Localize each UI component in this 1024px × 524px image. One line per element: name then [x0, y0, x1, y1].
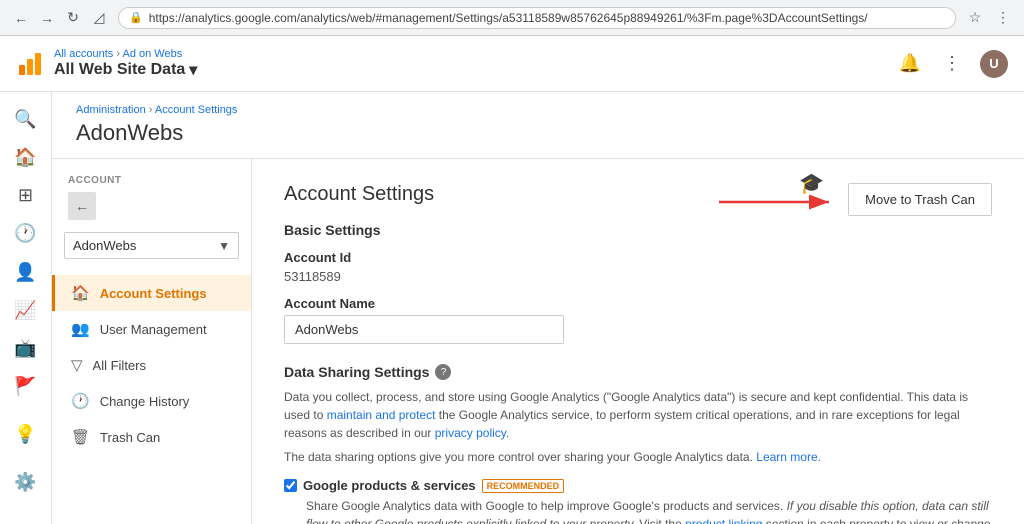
maintain-protect-link[interactable]: maintain and protect: [327, 408, 436, 422]
inner-layout: ACCOUNT ← AdonWebs ▼ 🏠 Account Settings …: [52, 159, 1024, 524]
nav-home-button[interactable]: 🏠: [4, 140, 48, 174]
settings-breadcrumb-link[interactable]: Account Settings: [155, 104, 238, 116]
admin-link[interactable]: Administration: [76, 104, 146, 116]
data-sharing-note: The data sharing options give you more c…: [284, 450, 992, 464]
avatar[interactable]: U: [980, 50, 1008, 78]
account-id-value: 53118589: [284, 269, 992, 284]
account-id-label: Account Id: [284, 250, 992, 265]
page-title: AdonWebs: [76, 120, 1000, 158]
brand-info: All accounts › Ad on Webs All Web Site D…: [54, 48, 197, 80]
data-sharing-header: Data Sharing Settings ?: [284, 364, 992, 380]
app-wrapper: All accounts › Ad on Webs All Web Site D…: [0, 36, 1024, 524]
bookmark-button[interactable]: ☆: [964, 7, 986, 29]
top-bar-right: 🔔 ⋮ U: [896, 50, 1008, 78]
brand-dropdown-arrow: ▾: [189, 60, 197, 80]
privacy-policy-link[interactable]: privacy policy: [435, 426, 506, 440]
brand-breadcrumb: All accounts › Ad on Webs: [54, 48, 197, 60]
left-nav: 🔍 🏠 ⊞ 🕐 👤 📈 📺 🚩 💡 ⚙️: [0, 92, 52, 524]
sidebar-item-trash-can[interactable]: 🗑 Trash Can: [52, 419, 251, 455]
nav-buttons: ← → ↻ ◿: [10, 7, 110, 29]
trash-can-icon: 🗑: [71, 428, 90, 446]
help-icon[interactable]: ?: [435, 364, 451, 380]
user-management-label: User Management: [100, 322, 207, 337]
content-panel: Administration › Account Settings AdonWe…: [52, 92, 1024, 524]
learn-more-link[interactable]: Learn more.: [756, 450, 821, 464]
nav-chart-button[interactable]: 📈: [4, 293, 48, 327]
google-products-badge: RECOMMENDED: [482, 479, 565, 493]
move-to-trash-button[interactable]: Move to Trash Can: [848, 183, 992, 216]
url-text: https://analytics.google.com/analytics/w…: [149, 11, 868, 25]
home-nav-button[interactable]: ◿: [88, 7, 110, 29]
browser-chrome: ← → ↻ ◿ 🔒 https://analytics.google.com/a…: [0, 0, 1024, 36]
basic-settings-title: Basic Settings: [284, 222, 992, 238]
page-breadcrumb: Administration › Account Settings: [76, 104, 1000, 116]
graduation-cap-icon: 🎓: [799, 171, 824, 196]
product-linking-link[interactable]: product linking: [685, 517, 762, 524]
google-products-text: Google products & services: [303, 478, 476, 493]
brand-title-text: All Web Site Data: [54, 61, 185, 79]
account-dropdown-text: AdonWebs: [73, 238, 218, 253]
lock-icon: 🔒: [129, 11, 143, 24]
nav-grid-button[interactable]: ⊞: [4, 179, 48, 213]
account-dropdown[interactable]: AdonWebs ▼: [64, 232, 239, 259]
nav-clock-button[interactable]: 🕐: [4, 217, 48, 251]
nav-settings-button[interactable]: ⚙️: [4, 460, 48, 504]
menu-button[interactable]: ⋮: [992, 7, 1014, 29]
more-options-button[interactable]: ⋮: [938, 50, 966, 78]
account-dropdown-arrow: ▼: [218, 239, 230, 253]
account-settings-icon: 🏠: [71, 284, 90, 302]
account-sidebar: ACCOUNT ← AdonWebs ▼ 🏠 Account Settings …: [52, 159, 252, 524]
all-filters-label: All Filters: [93, 358, 146, 373]
google-products-desc: Share Google Analytics data with Google …: [306, 497, 992, 524]
data-sharing-title: Data Sharing Settings: [284, 364, 429, 380]
sidebar-item-change-history[interactable]: 🕐 Change History: [52, 383, 251, 419]
change-history-icon: 🕐: [71, 392, 90, 410]
brand-title[interactable]: All Web Site Data ▾: [54, 60, 197, 80]
sidebar-item-account-settings[interactable]: 🏠 Account Settings: [52, 275, 251, 311]
trash-can-label: Trash Can: [100, 430, 160, 445]
top-bar-left: All accounts › Ad on Webs All Web Site D…: [16, 48, 197, 80]
checkbox-google-products: Google products & services RECOMMENDED S…: [284, 478, 992, 524]
nav-search-button[interactable]: 🔍: [4, 102, 48, 136]
nav-lightbulb-button[interactable]: 💡: [4, 412, 48, 456]
forward-button[interactable]: →: [36, 7, 58, 29]
all-filters-icon: ▽: [71, 356, 83, 374]
sidebar-back-button[interactable]: ←: [68, 192, 96, 220]
nav-bottom: 💡 ⚙️: [4, 412, 48, 514]
user-management-icon: 👥: [71, 320, 90, 338]
nav-display-button[interactable]: 📺: [4, 332, 48, 366]
sidebar-item-all-filters[interactable]: ▽ All Filters: [52, 347, 251, 383]
account-section-label: ACCOUNT: [52, 175, 251, 192]
settings-main: 🎓 Move to Trash Can Account Settings: [252, 159, 1024, 524]
ga-logo: [16, 50, 44, 78]
account-name-input[interactable]: [284, 315, 564, 344]
checkbox-google-products-input[interactable]: [284, 479, 297, 492]
back-button[interactable]: ←: [10, 7, 32, 29]
data-sharing-desc: Data you collect, process, and store usi…: [284, 388, 992, 442]
checkbox-google-products-label: Google products & services RECOMMENDED: [284, 478, 992, 493]
change-history-label: Change History: [100, 394, 190, 409]
reload-button[interactable]: ↻: [62, 7, 84, 29]
sidebar-item-user-management[interactable]: 👥 User Management: [52, 311, 251, 347]
main-area: 🔍 🏠 ⊞ 🕐 👤 📈 📺 🚩 💡 ⚙️ Administration › Ac…: [0, 92, 1024, 524]
all-accounts-link[interactable]: All accounts: [54, 48, 113, 60]
notifications-button[interactable]: 🔔: [896, 50, 924, 78]
nav-flag-button[interactable]: 🚩: [4, 370, 48, 404]
page-header: Administration › Account Settings AdonWe…: [52, 92, 1024, 159]
top-bar: All accounts › Ad on Webs All Web Site D…: [0, 36, 1024, 92]
nav-person-button[interactable]: 👤: [4, 255, 48, 289]
browser-actions: ☆ ⋮: [964, 7, 1014, 29]
account-name-label: Account Name: [284, 296, 992, 311]
account-settings-label: Account Settings: [100, 286, 207, 301]
url-bar[interactable]: 🔒 https://analytics.google.com/analytics…: [118, 7, 956, 29]
ad-on-webs-link[interactable]: Ad on Webs: [122, 48, 182, 60]
